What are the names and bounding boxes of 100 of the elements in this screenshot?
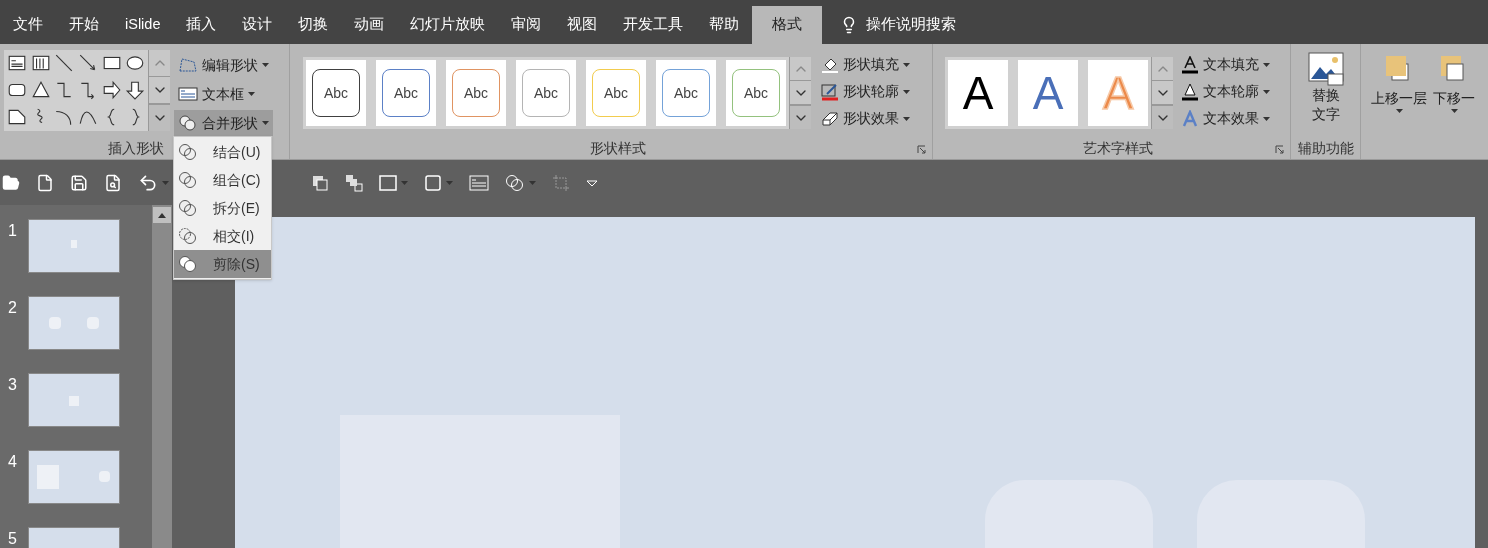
shape-icon[interactable] [78, 53, 98, 73]
shape-icon[interactable] [125, 53, 146, 73]
menu-item[interactable]: 结合(U) [174, 138, 271, 166]
scroll-up-button[interactable] [153, 207, 171, 223]
shape-icon[interactable] [101, 80, 122, 100]
text-outline-icon [1181, 82, 1199, 101]
slide-number: 3 [7, 375, 18, 395]
ribbon-tab[interactable]: 插入 [173, 6, 230, 44]
group-objects-icon[interactable] [345, 173, 363, 192]
new-file-icon[interactable] [36, 173, 54, 192]
group-label: 辅助功能 [1297, 138, 1354, 158]
caret-icon [903, 62, 910, 67]
dialog-launcher-icon[interactable] [1275, 145, 1284, 155]
alt-text-button[interactable]: 替换 文字 [1307, 44, 1344, 138]
caret-icon [529, 180, 536, 185]
ribbon-tab[interactable]: 设计 [229, 6, 286, 44]
merge-shapes-icon [178, 199, 198, 217]
ribbon-button[interactable]: 形状效果 [817, 105, 914, 132]
text-box-icon [178, 86, 198, 102]
tell-me-search[interactable]: 操作说明搜索 [840, 6, 957, 44]
caret-icon [1263, 89, 1270, 94]
ribbon-button[interactable]: 形状填充 [817, 51, 914, 78]
shape-style-swatch[interactable]: Abc [376, 60, 436, 126]
text-box-icon[interactable] [469, 174, 489, 191]
slide-thumbnail[interactable] [28, 219, 120, 273]
ribbon-button[interactable]: 文本框 [174, 81, 273, 107]
shape-style-swatch[interactable]: Abc [306, 60, 366, 126]
menu-item[interactable]: 组合(C) [174, 166, 271, 194]
group-label: 艺术字样式 [1082, 138, 1153, 158]
shape-style-swatch[interactable]: Abc [726, 60, 786, 126]
caret-icon [903, 116, 910, 121]
save-icon[interactable] [70, 173, 88, 192]
shape-icon[interactable] [125, 80, 146, 100]
ribbon-tab[interactable]: 幻灯片放映 [397, 6, 499, 44]
ribbon-button[interactable]: 文本效果 [1177, 105, 1274, 132]
slide-thumbnail[interactable] [28, 450, 120, 504]
shape-style-swatch[interactable]: Abc [516, 60, 576, 126]
arrange-button[interactable]: 上移一层 [1371, 52, 1427, 132]
caret-icon [446, 180, 453, 185]
slide-number: 4 [7, 452, 18, 472]
image-icon [1307, 52, 1344, 86]
button-label: 文字 [1311, 105, 1340, 124]
shape-style-swatch[interactable]: Abc [586, 60, 646, 126]
ribbon-tab[interactable]: 开始 [56, 6, 112, 44]
caret-icon [262, 63, 269, 67]
ribbon-button[interactable]: 文本轮廓 [1177, 78, 1274, 105]
print-preview-icon[interactable] [104, 173, 122, 192]
caret-icon [903, 89, 910, 94]
ribbon-tab[interactable]: iSlide [112, 6, 174, 44]
dialog-launcher-icon[interactable] [917, 145, 926, 155]
ribbon-button[interactable]: 形状轮廓 [817, 78, 914, 105]
ribbon-tab[interactable]: 审阅 [498, 6, 555, 44]
caret-icon [1263, 116, 1270, 121]
merge-shapes-icon [178, 115, 198, 131]
edit-shape-icon [178, 57, 198, 73]
group-label: 插入形状 [108, 138, 164, 158]
merge-shapes-icon [178, 143, 198, 161]
pen-outline-icon [821, 82, 839, 101]
slide-number: 5 [7, 529, 18, 548]
shape-icon[interactable] [30, 53, 51, 73]
caret-icon [1395, 109, 1403, 113]
ribbon-tab[interactable]: 文件 [0, 6, 56, 44]
caret-icon [262, 121, 269, 125]
merge-shapes-icon [178, 227, 198, 245]
rectangle-icon[interactable] [379, 173, 397, 192]
arrange-button[interactable]: 下移一 [1433, 52, 1475, 132]
caret-icon [401, 180, 408, 185]
square-icon[interactable] [424, 173, 442, 192]
slide-thumbnail[interactable] [28, 373, 120, 427]
ribbon-tab[interactable]: 格式 [752, 6, 823, 44]
ribbon-tab[interactable]: 动画 [341, 6, 398, 44]
caret-icon [1263, 62, 1270, 67]
shape-icon[interactable] [7, 53, 27, 73]
ribbon-button[interactable]: 编辑形状 [174, 52, 273, 78]
wordart-swatch[interactable]: A [1018, 60, 1078, 126]
shape-style-swatch[interactable]: Abc [446, 60, 506, 126]
ribbon-tab[interactable]: 开发工具 [610, 6, 697, 44]
ribbon-tab[interactable]: 切换 [285, 6, 342, 44]
shape-effects-icon [821, 109, 839, 128]
ribbon-tab[interactable]: 帮助 [696, 6, 753, 44]
menu-item[interactable]: 拆分(E) [174, 194, 271, 222]
customize-toolbar-icon[interactable] [586, 177, 598, 188]
text-fill-icon [1181, 55, 1199, 74]
ribbon-button[interactable]: 合并形状 [174, 110, 273, 136]
wordart-swatch[interactable]: A [948, 60, 1008, 126]
bring-forward-icon[interactable] [311, 173, 329, 192]
shape-icon[interactable] [30, 80, 51, 100]
menu-item[interactable]: 剪除(S) [174, 250, 271, 278]
slide-thumbnail[interactable] [28, 296, 120, 350]
ribbon-tab[interactable]: 视图 [554, 6, 611, 44]
shape-icon[interactable] [54, 53, 75, 73]
menu-item[interactable]: 相交(I) [174, 222, 271, 250]
open-icon[interactable] [2, 173, 20, 192]
merge-shapes-icon[interactable] [505, 173, 525, 192]
shape-icon[interactable] [7, 107, 27, 127]
caret-icon [1450, 109, 1458, 113]
shape-style-swatch[interactable]: Abc [656, 60, 716, 126]
ribbon-button[interactable]: 文本填充 [1177, 51, 1274, 78]
group-label: 形状样式 [589, 138, 646, 158]
undo-icon[interactable] [138, 172, 158, 193]
